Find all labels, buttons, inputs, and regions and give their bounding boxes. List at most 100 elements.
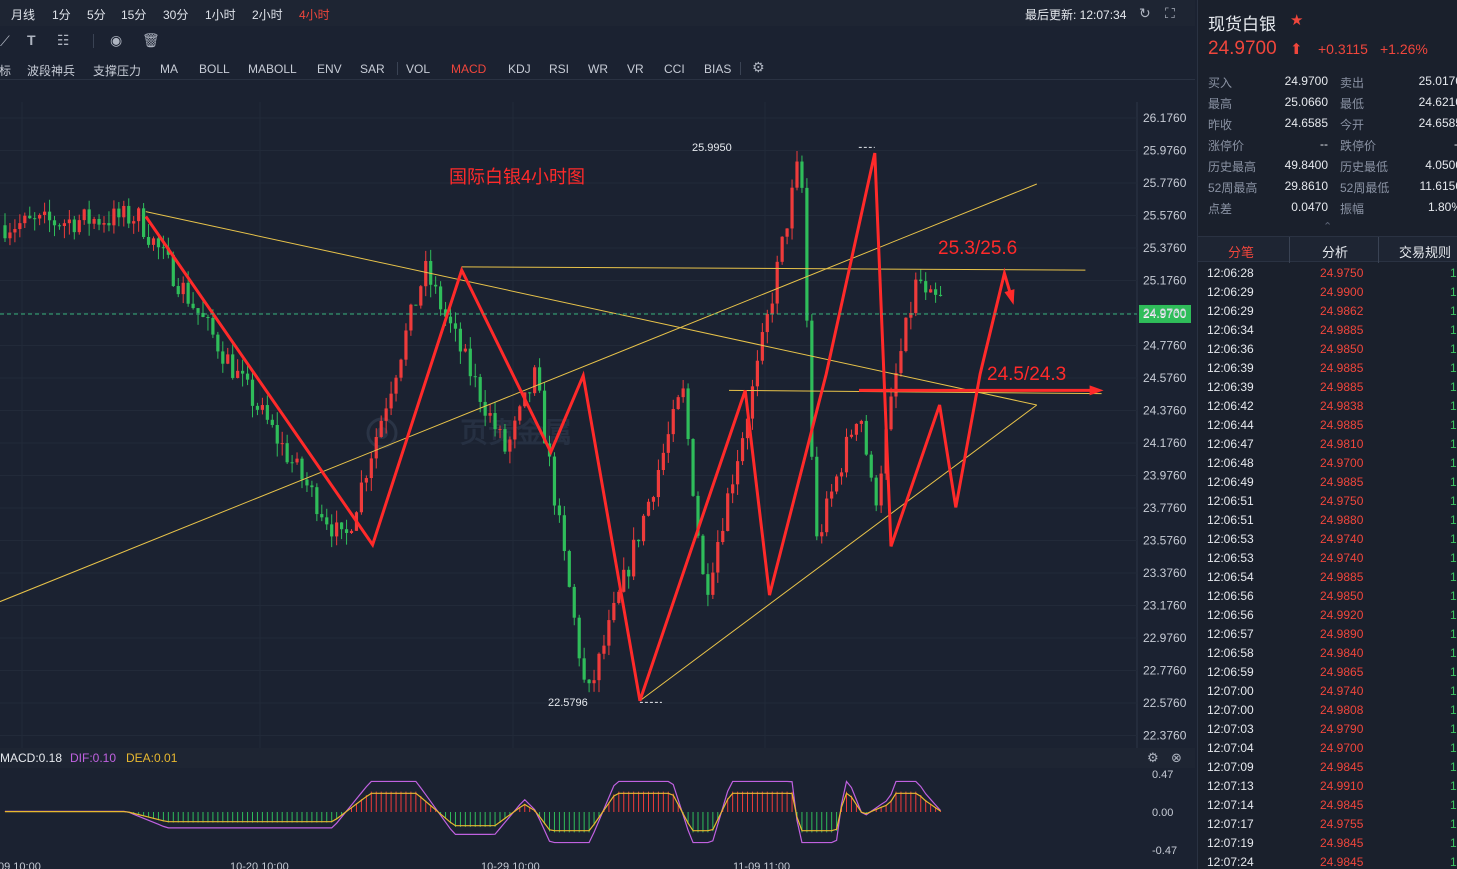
tick-row: 12:06:34 24.9885 1 (1198, 321, 1457, 340)
timeframe-5m[interactable]: 5分 (87, 6, 106, 23)
tab-ticks[interactable]: 分笔 (1228, 242, 1254, 261)
last-update-label: 最后更新: 12:07:34 (1025, 8, 1127, 22)
tick-time: 12:07:00 (1207, 684, 1254, 698)
candle-body (439, 286, 443, 310)
tick-row: 12:06:53 24.9740 1 (1198, 549, 1457, 568)
tick-volume: 1 (1450, 741, 1457, 755)
tick-volume: 1 (1450, 494, 1457, 508)
price-tick-label: 25.5760 (1143, 209, 1187, 223)
tab-analysis[interactable]: 分析 (1322, 242, 1348, 261)
candle-body (646, 501, 651, 516)
tick-price: 24.9885 (1320, 570, 1364, 584)
macd-settings-icon[interactable]: ⚙ (1147, 750, 1159, 766)
tick-volume: 1 (1450, 380, 1457, 394)
tick-price: 24.9740 (1320, 551, 1364, 565)
macd-close-icon[interactable]: ⊗ (1171, 750, 1182, 766)
candle-body (245, 373, 250, 380)
quote-value: -- (1320, 137, 1328, 151)
fullscreen-icon[interactable]: ⛶ (1165, 5, 1175, 22)
text-tool-icon[interactable]: T (27, 32, 36, 48)
indicator-vr[interactable]: VR (627, 62, 644, 76)
candle-body (28, 215, 32, 219)
candle-body (359, 482, 363, 513)
candle-body (453, 323, 458, 329)
timeframe-1h[interactable]: 1小时 (205, 6, 236, 23)
price-tick-label: 26.1760 (1143, 111, 1187, 125)
indicator-macd[interactable]: MACD (451, 62, 486, 76)
candle-body (156, 238, 161, 248)
tick-time: 12:06:51 (1207, 513, 1254, 527)
candle-body (661, 452, 665, 471)
tick-volume: 1 (1450, 817, 1457, 831)
timeframe-15m[interactable]: 15分 (121, 6, 146, 23)
trash-icon[interactable]: 🗑 (142, 32, 160, 49)
tick-price: 24.9808 (1320, 703, 1364, 717)
timeframe-monthly[interactable]: 月线 (11, 6, 35, 23)
timeframe-2h[interactable]: 2小时 (252, 6, 283, 23)
candle-body (765, 314, 769, 333)
timeframe-1m[interactable]: 1分 (52, 6, 71, 23)
collapse-icon[interactable]: ⌃ (1323, 220, 1332, 233)
price-tick-label: 24.7760 (1143, 339, 1187, 353)
tick-volume: 1 (1450, 665, 1457, 679)
line-tool-icon[interactable]: ⟋ (0, 33, 10, 50)
candle-body (23, 215, 27, 224)
tick-time: 12:06:44 (1207, 418, 1254, 432)
candle-body (651, 497, 656, 502)
price-axis: 26.1760 25.9760 25.7760 25.5760 25.3760 25.17… (1143, 111, 1187, 743)
candle-body (676, 397, 680, 410)
indicator-rsi[interactable]: RSI (549, 62, 569, 76)
tab-trade-rules[interactable]: 交易规则 (1399, 242, 1451, 261)
indicator-sar[interactable]: SAR (360, 62, 385, 76)
candle-body (637, 539, 641, 542)
tick-time: 12:06:53 (1207, 532, 1254, 546)
timeframe-4h[interactable]: 4小时 (299, 6, 330, 23)
refresh-icon[interactable]: ↻ (1139, 5, 1151, 22)
candle-body (577, 617, 581, 659)
gear-icon[interactable]: ⚙ (752, 59, 765, 76)
price-change-pct: +1.26% (1380, 41, 1428, 57)
candle-body (701, 535, 705, 575)
tick-volume: 1 (1450, 798, 1457, 812)
candle-body (839, 472, 844, 477)
indicator-maboll[interactable]: MABOLL (248, 62, 297, 76)
indicator-vol[interactable]: VOL (406, 62, 430, 76)
candle-body (399, 359, 403, 378)
candle-body (161, 247, 165, 249)
candle-body (270, 419, 274, 425)
tick-volume: 1 (1450, 323, 1457, 337)
label-tool-icon[interactable]: ☷ (57, 32, 70, 49)
candle-body (226, 354, 230, 364)
tick-time: 12:06:54 (1207, 570, 1254, 584)
indicator-wr[interactable]: WR (588, 62, 608, 76)
tick-price: 24.9740 (1320, 532, 1364, 546)
indicator-boll[interactable]: BOLL (199, 62, 230, 76)
indicator-kdj[interactable]: KDJ (508, 62, 531, 76)
indicator-cci[interactable]: CCI (664, 62, 685, 76)
eye-icon[interactable]: ◉ (110, 32, 122, 49)
tick-volume: 1 (1450, 437, 1457, 451)
indicator-bias[interactable]: BIAS (704, 62, 731, 76)
tick-time: 12:07:03 (1207, 722, 1254, 736)
tick-time: 12:07:19 (1207, 836, 1254, 850)
star-icon[interactable]: ★ (1290, 11, 1303, 29)
indicator-env[interactable]: ENV (317, 62, 342, 76)
tick-time: 12:07:13 (1207, 779, 1254, 793)
candle-body (310, 485, 314, 488)
timeframe-toolbar: 月线 1分 5分 15分 30分 1小时 2小时 4小时 最后更新: 12:07… (0, 0, 1195, 26)
tick-row: 12:06:39 24.9885 1 (1198, 359, 1457, 378)
tick-price: 24.9845 (1320, 855, 1364, 869)
indicator-zhicheng[interactable]: 支撑压力 (93, 62, 141, 79)
candle-body (280, 443, 284, 445)
indicator-biao[interactable]: 标 (0, 62, 11, 79)
indicator-ma[interactable]: MA (160, 62, 178, 76)
quote-label: 最低 (1340, 97, 1365, 111)
timeframe-30m[interactable]: 30分 (163, 6, 188, 23)
candle-body (889, 396, 893, 430)
candle-body (122, 205, 126, 218)
quote-row: 涨停价--跌停价-- (1198, 134, 1457, 155)
tick-volume: 1 (1450, 513, 1457, 527)
indicator-boduan[interactable]: 波段神兵 (27, 62, 75, 79)
quote-value: 25.0170 (1418, 74, 1457, 88)
tick-price: 24.9700 (1320, 456, 1364, 470)
